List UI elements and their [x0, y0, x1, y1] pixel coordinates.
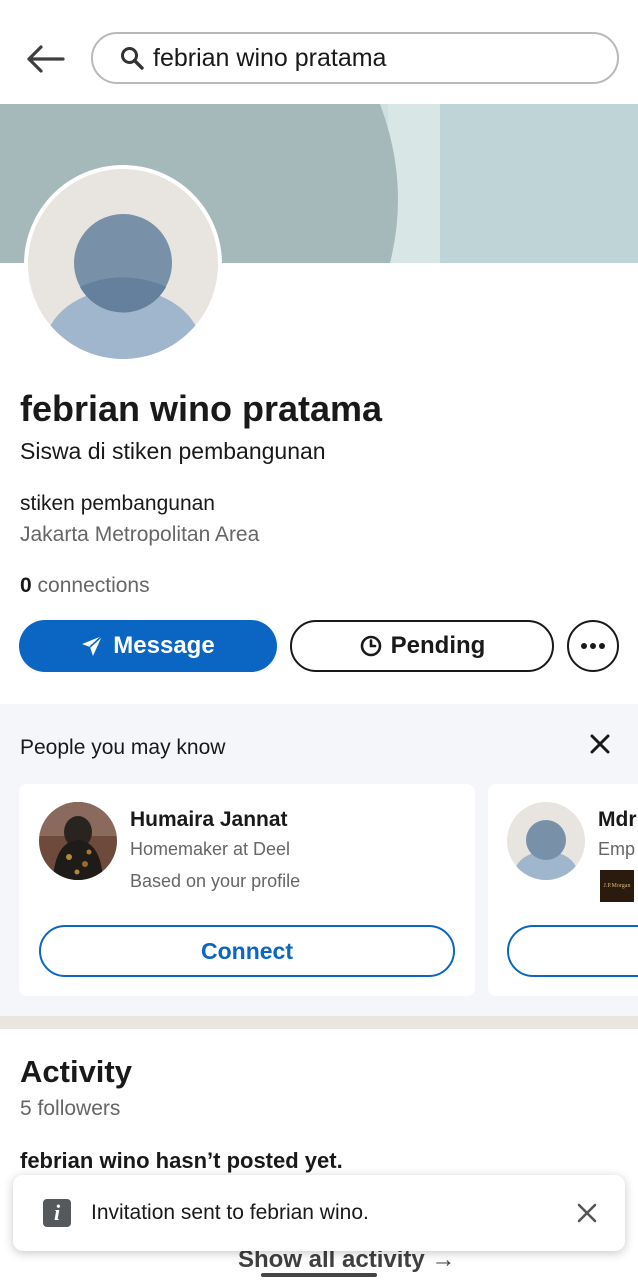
suggestion-reason: Based on your profile — [130, 871, 301, 891]
arrow-left-icon — [27, 45, 65, 73]
default-avatar-icon — [507, 802, 585, 880]
activity-title: Activity — [20, 1054, 132, 1089]
person-name[interactable]: Mdr — [598, 808, 637, 832]
person-photo-icon — [39, 802, 117, 880]
search-input[interactable]: febrian wino pratama — [91, 32, 619, 84]
person-headline: Emp — [598, 839, 636, 859]
back-button[interactable] — [22, 38, 68, 80]
home-indicator — [261, 1273, 377, 1277]
connect-button[interactable]: Connect — [39, 925, 455, 977]
activity-empty-message: febrian wino hasn’t posted yet. — [20, 1148, 343, 1173]
person-name[interactable]: Humaira Jannat — [130, 808, 288, 832]
top-bar: febrian wino pratama — [0, 0, 638, 104]
person-avatar[interactable] — [507, 802, 585, 880]
connections-label: connections — [37, 574, 150, 597]
pending-label: Pending — [390, 632, 486, 659]
followers-count: 5 followers — [20, 1097, 121, 1120]
invitation-toast: i Invitation sent to febrian wino. — [13, 1175, 625, 1251]
search-query: febrian wino pratama — [153, 43, 387, 72]
connect-button[interactable] — [507, 925, 638, 977]
connections-number: 0 — [20, 574, 32, 597]
info-icon: i — [43, 1199, 71, 1227]
more-options-button[interactable] — [567, 620, 619, 672]
close-icon — [590, 734, 610, 754]
people-you-may-know-section: People you may know Humaira Jannat Homem… — [0, 704, 638, 1016]
search-icon — [121, 47, 144, 70]
toast-message: Invitation sent to febrian wino. — [91, 1201, 369, 1224]
person-avatar[interactable] — [39, 802, 117, 880]
message-label: Message — [113, 632, 215, 659]
close-icon — [577, 1203, 597, 1223]
message-button[interactable]: Message — [19, 620, 277, 672]
default-avatar-icon — [28, 169, 218, 359]
more-dots-icon — [581, 643, 605, 649]
section-divider — [0, 1016, 638, 1029]
pymk-title: People you may know — [20, 736, 226, 759]
company-logo: J.P.Morgan — [600, 870, 634, 902]
pymk-card[interactable]: Mdr Emp J.P.Morgan — [488, 784, 638, 996]
toast-close-button[interactable] — [571, 1197, 603, 1229]
clock-icon — [360, 635, 381, 657]
profile-name: febrian wino pratama — [20, 388, 383, 429]
pymk-dismiss-button[interactable] — [584, 728, 616, 760]
connections-count[interactable]: 0 connections — [20, 574, 150, 598]
profile-headline: Siswa di stiken pembangunan — [20, 438, 326, 464]
pending-button[interactable]: Pending — [290, 620, 554, 672]
person-headline: Homemaker at Deel — [130, 839, 291, 859]
profile-organization[interactable]: stiken pembangunan — [20, 492, 215, 516]
pymk-card[interactable]: Humaira Jannat Homemaker at Deel Based o… — [19, 784, 475, 996]
profile-avatar[interactable] — [24, 165, 222, 363]
send-icon — [82, 635, 103, 656]
profile-location: Jakarta Metropolitan Area — [20, 523, 260, 546]
